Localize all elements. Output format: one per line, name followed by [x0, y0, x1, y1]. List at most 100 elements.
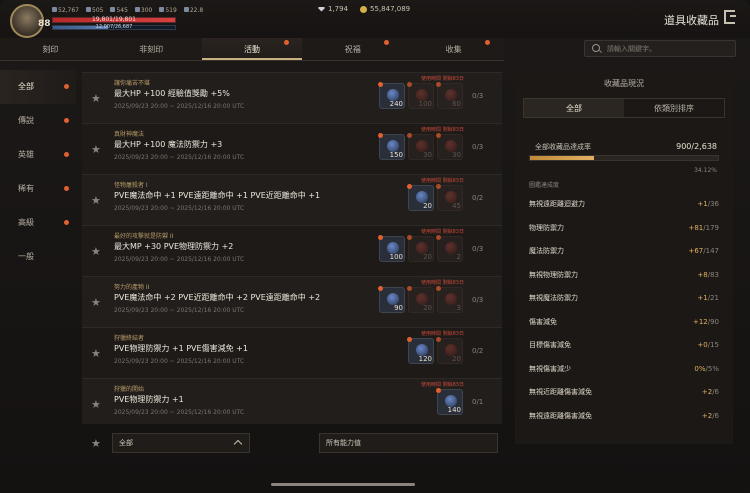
panel-tab-by-category[interactable]: 依類別排序: [624, 99, 724, 117]
material-slot[interactable]: 60: [436, 82, 463, 109]
collection-effect: 最大MP +30 PVE物理防禦力 +2: [114, 242, 234, 251]
sidebar-item-label: 高級: [18, 218, 34, 227]
collection-list[interactable]: ★ 讓你痛苦不堪 最大HP +100 經驗值獎勵 +5% 2025/09/23 …: [82, 72, 502, 424]
achievement-percent: 34.12%: [694, 167, 717, 174]
notification-dot: [485, 40, 491, 45]
collection-row[interactable]: ★ 真財神魔法 最大HP +100 魔法防禦力 +3 2025/09/23 20…: [82, 123, 502, 174]
material-slot[interactable]: 45: [436, 184, 463, 211]
stat-icon: [110, 7, 116, 12]
favorite-star-icon[interactable]: ★: [91, 194, 101, 207]
stat-icon: [159, 7, 165, 12]
material-slots: 150 30 30: [378, 133, 463, 160]
stat-current: +0: [697, 341, 708, 349]
collection-row[interactable]: ★ 狩獵的開始 PVE物理防禦力 +1 2025/09/23 20:00 ~ 2…: [82, 378, 502, 424]
stat-value: 505: [86, 7, 103, 14]
collection-effect: 最大HP +100 魔法防禦力 +3: [114, 140, 223, 149]
material-slot[interactable]: 120: [407, 337, 434, 364]
stat-value: 52,767: [52, 7, 79, 14]
material-slot[interactable]: 20: [407, 235, 434, 262]
tab-engraved[interactable]: 刻印: [0, 38, 101, 60]
time-remaining: 使用時間 剩餘83日: [421, 76, 464, 82]
material-count: 20: [452, 355, 461, 363]
search-placeholder: 請輸入關鍵字。: [607, 45, 656, 53]
top-bar: 88 52,767 505 545 300 519 22.8 19,801/19…: [0, 0, 750, 38]
collection-row[interactable]: ★ 讓你痛苦不堪 最大HP +100 經驗值獎勵 +5% 2025/09/23 …: [82, 72, 502, 123]
sidebar-item-label: 英雄: [18, 150, 34, 159]
material-slot[interactable]: 100: [407, 82, 434, 109]
ability-dropdown[interactable]: 所有能力值: [319, 433, 498, 453]
tab-event[interactable]: 活動: [201, 38, 303, 60]
stat-current: +8: [697, 270, 708, 279]
favorite-star-icon[interactable]: ★: [91, 245, 101, 258]
favorite-star-icon[interactable]: ★: [91, 92, 101, 105]
favorite-filter-icon[interactable]: ★: [91, 437, 101, 450]
material-slot[interactable]: 20: [407, 286, 434, 313]
grade-dropdown[interactable]: 全部: [112, 433, 250, 453]
favorite-star-icon[interactable]: ★: [91, 296, 101, 309]
notification-dot: [384, 40, 390, 45]
material-count: 120: [418, 355, 432, 363]
notification-dot: [64, 186, 69, 191]
collection-row[interactable]: ★ 最好的攻擊就是防禦 II 最大MP +30 PVE物理防禦力 +2 2025…: [82, 225, 502, 276]
completion-count: 0/3: [472, 143, 484, 151]
material-slot[interactable]: 2: [436, 235, 463, 262]
tab-non-engraved[interactable]: 非刻印: [101, 38, 202, 60]
stat-current: +67: [688, 247, 704, 255]
sidebar-item-rare[interactable]: 稀有: [0, 172, 76, 206]
collection-row[interactable]: ★ 努力的產物 II PVE魔法命中 +2 PVE近距離命中 +2 PVE遠距離…: [82, 276, 502, 327]
notification-dot: [64, 152, 69, 157]
material-count: 2: [456, 253, 461, 261]
tab-collect[interactable]: 收集: [403, 38, 504, 60]
notification-dot: [436, 388, 441, 393]
stat-name: 無視傷害減少: [529, 364, 571, 373]
sidebar-item-legendary[interactable]: 傳說: [0, 104, 76, 138]
favorite-star-icon[interactable]: ★: [91, 398, 101, 411]
favorite-star-icon[interactable]: ★: [91, 347, 101, 360]
category-tabs: 刻印 非刻印 活動 祝福 收集: [0, 38, 504, 61]
completion-count: 0/3: [472, 296, 484, 304]
stat-icon: [86, 7, 91, 12]
time-remaining: 使用時間 剩餘83日: [421, 127, 464, 133]
panel-tab-all[interactable]: 全部: [524, 99, 624, 117]
search-input[interactable]: 請輸入關鍵字。: [584, 40, 736, 57]
material-slot[interactable]: 240: [378, 82, 405, 109]
material-slot[interactable]: 150: [378, 133, 405, 160]
material-count: 140: [447, 406, 461, 414]
stat-max: /147: [703, 247, 719, 255]
sidebar-item-common[interactable]: 一般: [0, 240, 76, 274]
stat-max: /21: [707, 294, 719, 302]
material-slot[interactable]: 30: [407, 133, 434, 160]
sidebar-item-all[interactable]: 全部: [0, 70, 76, 104]
stat-current: +12: [692, 317, 708, 326]
material-slot[interactable]: 100: [378, 235, 405, 262]
completion-count: 0/3: [472, 245, 484, 253]
material-slot[interactable]: 30: [436, 133, 463, 160]
stat-max: /5%: [705, 364, 719, 373]
material-slot[interactable]: 20: [407, 184, 434, 211]
exit-icon[interactable]: [724, 10, 736, 24]
stat-progress: +67/147: [688, 240, 719, 262]
collection-period: 2025/09/23 20:00 ~ 2025/12/16 20:00 UTC: [114, 307, 245, 314]
material-slot[interactable]: 140: [436, 388, 463, 415]
stat-row: 無視遠距離迴避力 +1/36: [529, 193, 719, 215]
tab-blessing[interactable]: 祝福: [302, 38, 403, 60]
stat-icon: [52, 7, 57, 12]
collection-row[interactable]: ★ 怪物屠殺者 I PVE魔法命中 +1 PVE遠距離命中 +1 PVE近距離命…: [82, 174, 502, 225]
collection-row[interactable]: ★ 狩獵終結者 PVE物理防禦力 +1 PVE傷害減免 +1 2025/09/2…: [82, 327, 502, 378]
stat-current: +2: [701, 388, 713, 396]
material-count: 100: [418, 100, 432, 108]
material-count: 90: [394, 304, 403, 312]
material-slot[interactable]: 20: [436, 337, 463, 364]
notification-dot: [64, 118, 69, 123]
material-slots: 120 20: [407, 337, 463, 364]
currency-display: 1,794 55,847,089: [318, 5, 410, 13]
sidebar-item-advanced[interactable]: 高級: [0, 206, 76, 240]
favorite-star-icon[interactable]: ★: [91, 143, 101, 156]
material-slot[interactable]: 3: [436, 286, 463, 313]
stat-icon: [183, 7, 189, 12]
stat-max: /15: [707, 341, 719, 349]
material-slot[interactable]: 90: [378, 286, 405, 313]
stat-row: 物理防禦力 +81/179: [529, 217, 719, 239]
sidebar-item-heroic[interactable]: 英雄: [0, 138, 76, 172]
completion-count: 0/2: [472, 194, 484, 202]
